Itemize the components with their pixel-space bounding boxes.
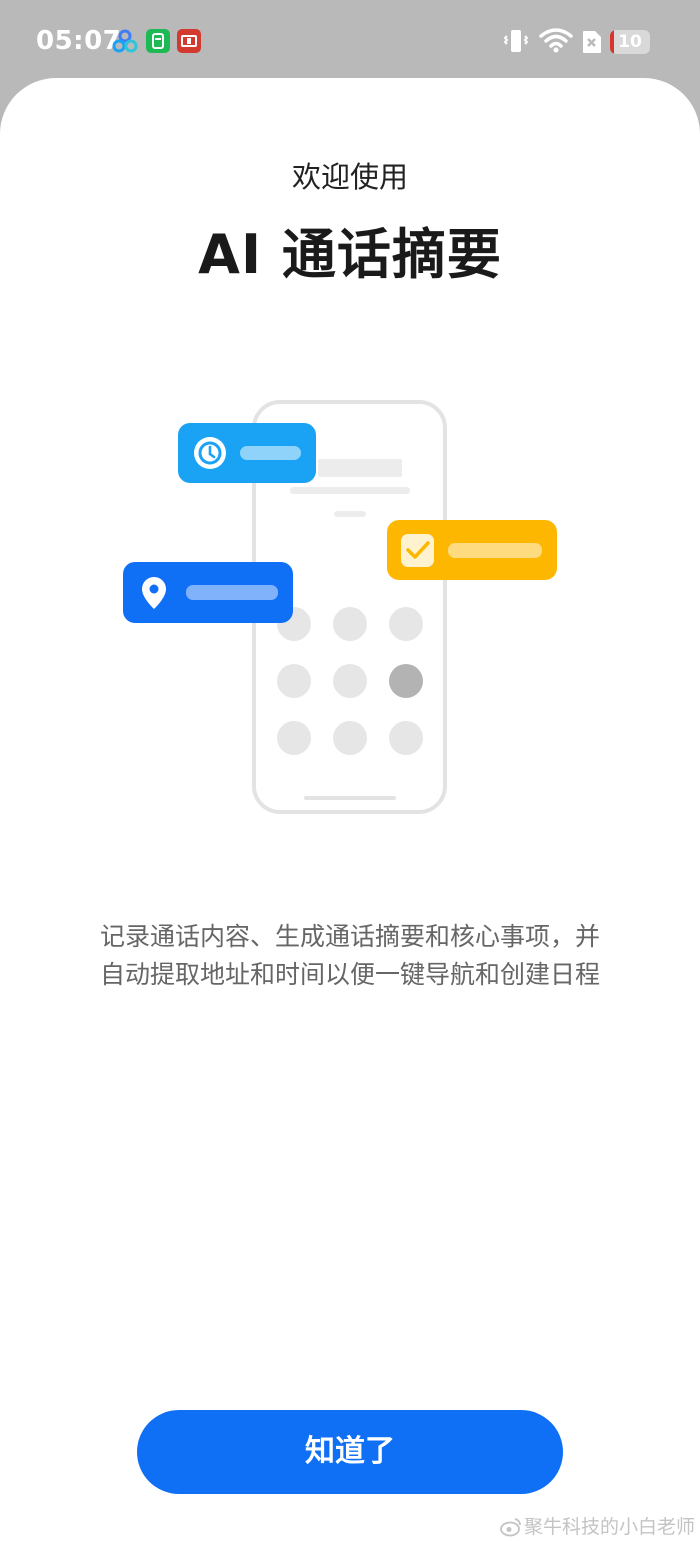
description-line-2: 自动提取地址和时间以便一键导航和创建日程 (99, 960, 600, 989)
keypad-key (333, 721, 367, 755)
phone-header-bar (318, 459, 402, 477)
keypad-key-active (389, 664, 423, 698)
vibrate-icon (504, 30, 528, 52)
feature-title: AI 通话摘要 (198, 223, 502, 286)
phone-header-line (290, 487, 410, 494)
keypad-key (333, 664, 367, 698)
status-time: 05:07 (36, 26, 122, 56)
description-line-1: 记录通话内容、生成通话摘要和核心事项，并 (99, 922, 600, 951)
phone-home-indicator (304, 796, 396, 800)
watermark: 聚牛科技的小白老师 (500, 1512, 696, 1538)
feature-description: 记录通话内容、生成通话摘要和核心事项，并 自动提取地址和时间以便一键导航和创建日… (60, 918, 640, 994)
keypad-key (389, 607, 423, 641)
baidu-app-icon (112, 29, 138, 53)
status-bar: 05:07 10 (0, 0, 700, 84)
keypad-key (277, 664, 311, 698)
location-card (123, 562, 293, 623)
time-card (178, 423, 316, 483)
got-it-button[interactable]: 知道了 (137, 1410, 563, 1494)
watermark-text: 聚牛科技的小白老师 (524, 1516, 696, 1538)
green-app-icon (146, 29, 170, 53)
battery-icon: 10 (610, 30, 650, 54)
wifi-icon (539, 28, 573, 53)
keypad-key (277, 721, 311, 755)
keypad-key (333, 607, 367, 641)
clock-icon (194, 437, 226, 469)
keypad-key (389, 721, 423, 755)
phone-small-line (334, 511, 366, 517)
call-summary-illustration (123, 400, 557, 814)
weibo-icon (500, 1518, 521, 1537)
checkbox-icon (401, 534, 434, 567)
red-app-icon (177, 29, 201, 53)
no-sim-icon (583, 31, 601, 53)
welcome-subtitle: 欢迎使用 (291, 160, 408, 194)
task-card (387, 520, 557, 580)
battery-level-text: 10 (618, 32, 642, 52)
